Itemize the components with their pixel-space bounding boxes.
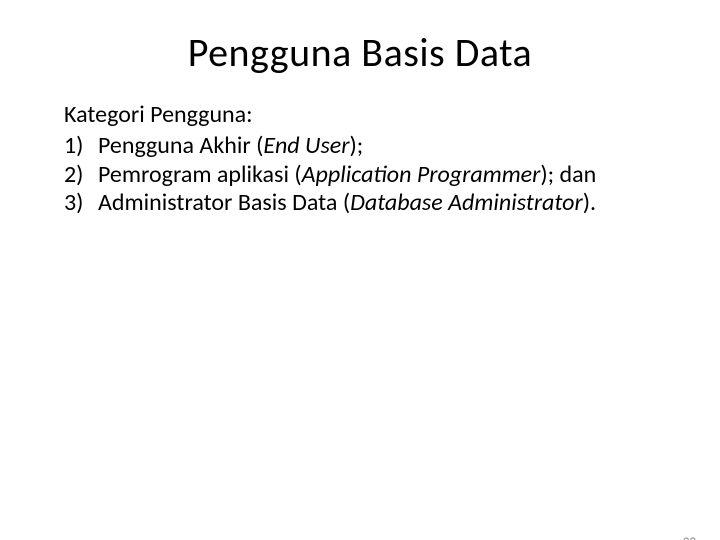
- list-item: 3) Administrator Basis Data (Database Ad…: [64, 189, 660, 218]
- list-text: Pemrogram aplikasi (Application Programm…: [98, 161, 660, 190]
- list-text: Pengguna Akhir (End User);: [98, 132, 660, 161]
- list-number: 1): [64, 132, 98, 161]
- text-post: ); dan: [540, 160, 596, 189]
- text-italic: End User: [263, 131, 349, 160]
- text-pre: Pengguna Akhir (: [98, 131, 263, 160]
- slide: Pengguna Basis Data Kategori Pengguna: 1…: [0, 28, 720, 540]
- page-number: 23: [683, 535, 696, 540]
- text-pre: Pemrogram aplikasi (: [98, 160, 302, 189]
- list-item: 2) Pemrogram aplikasi (Application Progr…: [64, 161, 660, 190]
- list-text: Administrator Basis Data (Database Admin…: [98, 189, 660, 218]
- category-list: 1) Pengguna Akhir (End User); 2) Pemrogr…: [64, 132, 660, 218]
- slide-body: Kategori Pengguna: 1) Pengguna Akhir (En…: [0, 101, 720, 218]
- slide-title: Pengguna Basis Data: [0, 28, 720, 77]
- text-post: ).: [583, 188, 596, 217]
- list-number: 3): [64, 189, 98, 218]
- text-post: );: [349, 131, 363, 160]
- list-number: 2): [64, 161, 98, 190]
- list-item: 1) Pengguna Akhir (End User);: [64, 132, 660, 161]
- text-italic: Application Programmer: [302, 160, 541, 189]
- category-heading: Kategori Pengguna:: [64, 101, 660, 130]
- text-pre: Administrator Basis Data (: [98, 188, 350, 217]
- text-italic: Database Administrator: [350, 188, 583, 217]
